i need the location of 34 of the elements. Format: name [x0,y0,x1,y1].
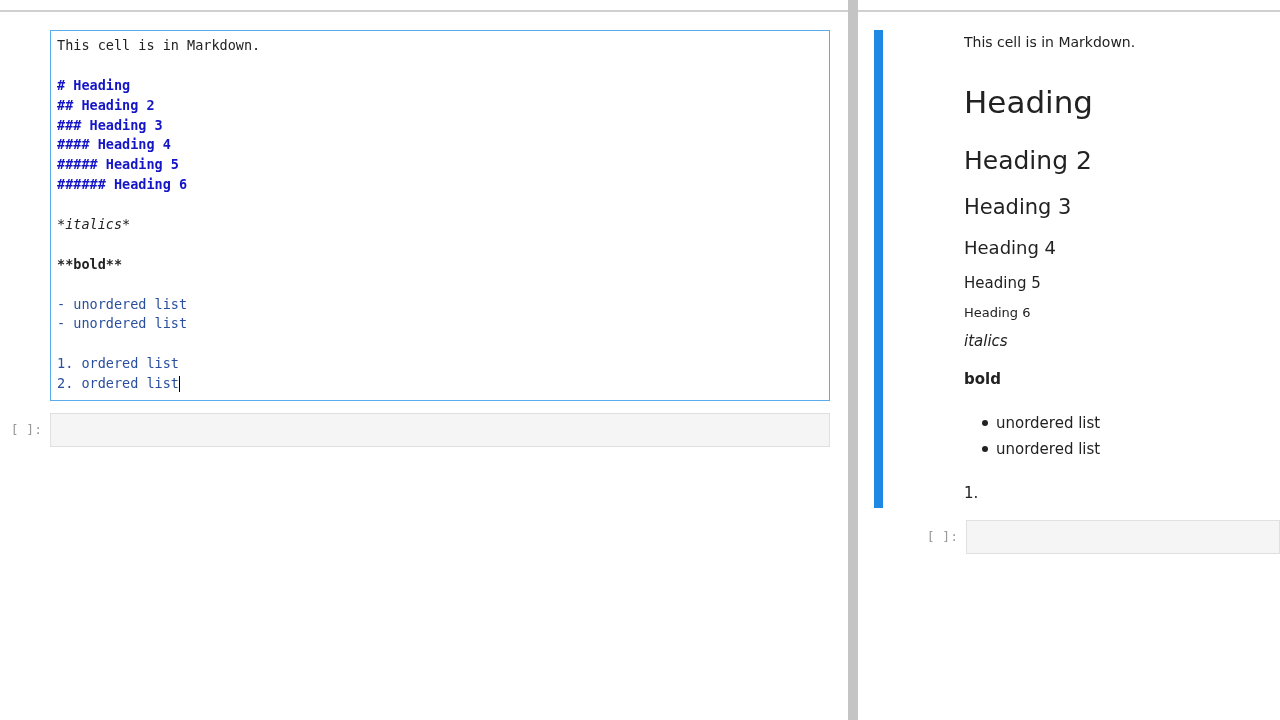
heading: Heading [964,84,1093,120]
list-item: unordered list [996,414,1101,432]
list-marker: 1. [964,484,979,502]
heading: Heading 6 [964,305,1031,320]
code-line: # Heading [57,75,131,95]
code-line: - unordered list [57,314,188,334]
pane-splitter[interactable] [848,0,858,720]
code-line: 2. ordered list [57,374,179,394]
bold-text: bold [964,370,1001,388]
list-item: unordered list [996,440,1101,458]
code-line: - unordered list [57,294,188,314]
code-line: #### Heading 4 [57,135,171,155]
code-cell-input[interactable] [966,520,1280,554]
code-line: ##### Heading 5 [57,155,179,175]
code-line: This cell is in Markdown. [57,36,261,55]
code-cell-input[interactable] [50,413,830,448]
markdown-editor[interactable]: This cell is in Markdown. # Heading ## Heading 2 ### Heading 3 #### Heading 4 ##### Heading 5 ###### Heading 6 *italics* **bold** - unordered list - unordered list 1. ordered list 2. ordered list [50,30,830,402]
code-line: ## Heading 2 [57,95,155,115]
code-line: **bold** [57,254,123,274]
bullet-icon [982,420,988,426]
italic-text: italics [964,332,1008,350]
cell-prompt: [ ]: [10,421,42,440]
heading: Heading 2 [964,146,1092,175]
code-line: *italics* [57,215,131,234]
bullet-icon [982,446,988,452]
heading: Heading 3 [964,195,1072,219]
cell-prompt: [ ]: [926,528,958,546]
text-cursor [178,376,180,393]
paragraph: This cell is in Markdown. [964,34,1136,50]
code-line: ### Heading 3 [57,115,163,135]
heading: Heading 5 [964,274,1041,292]
heading: Heading 4 [964,237,1057,258]
code-line: 1. ordered list [57,354,179,374]
code-line: ###### Heading 6 [57,175,188,195]
